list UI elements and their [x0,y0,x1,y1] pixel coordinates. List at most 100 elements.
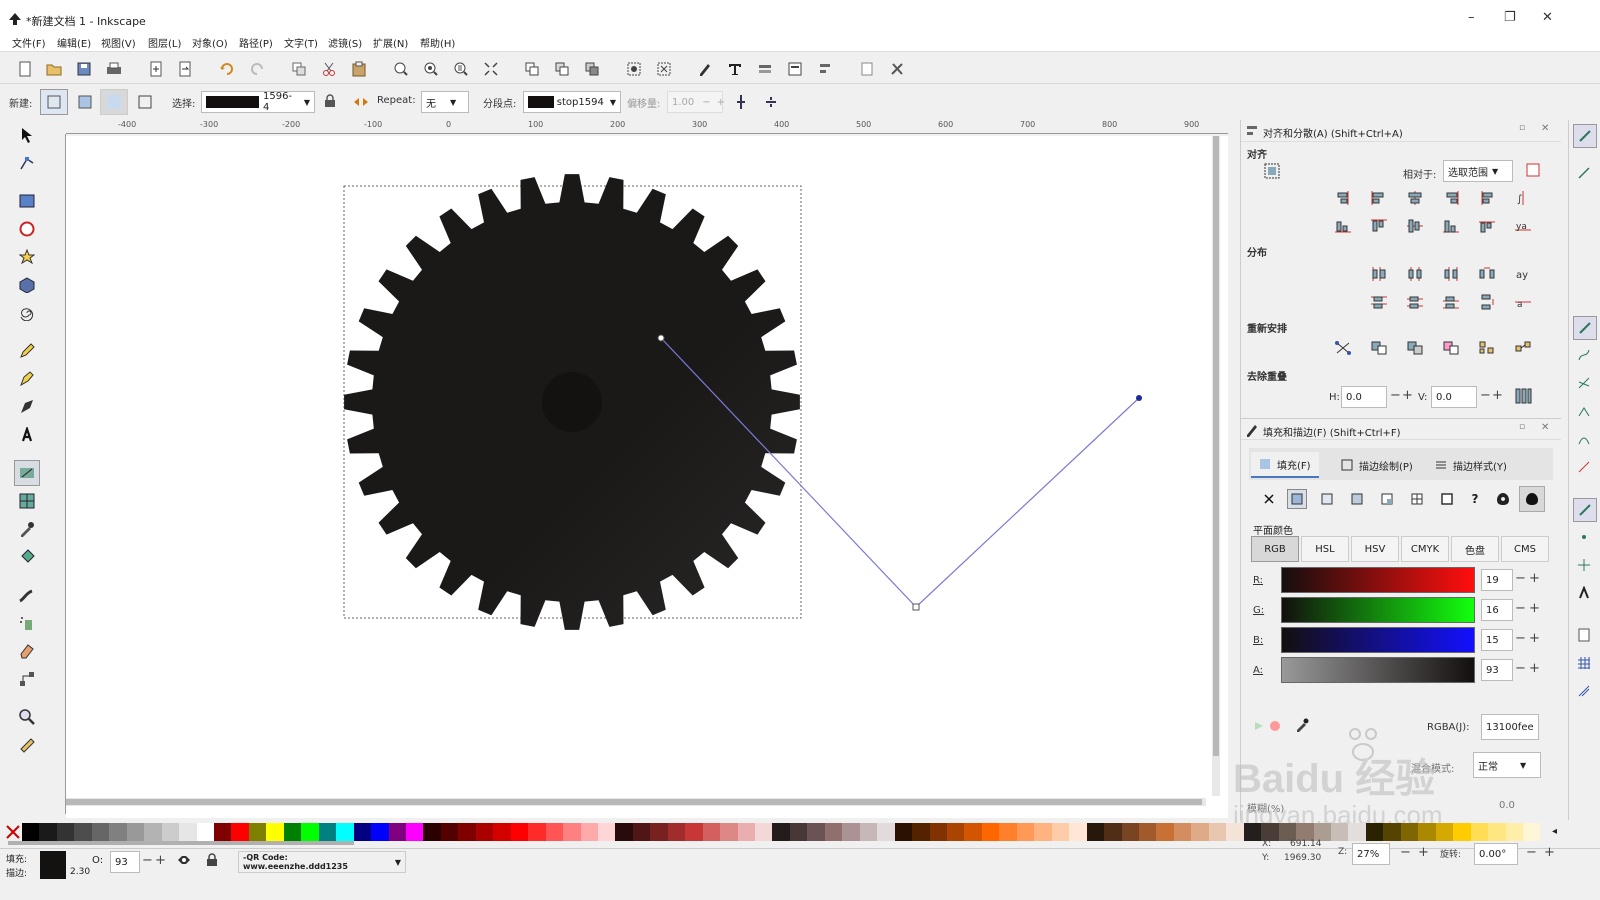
align-center-v-icon[interactable] [1405,216,1425,236]
rotate-input[interactable]: 0.00° [1474,843,1518,865]
opacity-input[interactable]: 93 [110,851,140,873]
insert-stop-icon[interactable] [733,94,749,110]
tab-wheel[interactable]: 色盘 [1451,536,1499,562]
gradient-start-handle[interactable] [657,334,665,342]
palette-swatch[interactable] [999,823,1017,841]
palette-swatch[interactable] [615,823,633,841]
cut-icon[interactable] [318,58,340,80]
xml-editor-icon[interactable] [694,58,716,80]
fill-rule-nonzero-icon[interactable] [1519,486,1545,512]
layers-icon[interactable] [754,58,776,80]
relative-select[interactable]: 选取范围 ▼ [1443,160,1513,182]
palette-swatch[interactable] [563,823,581,841]
distribute-baseline-h-icon[interactable]: ay [1513,264,1533,284]
maximize-button[interactable]: ❐ [1504,10,1516,25]
alpha-minus-button[interactable]: − [1515,661,1526,676]
palette-swatch[interactable] [126,823,145,841]
group-icon[interactable] [521,58,543,80]
reverse-gradient-icon[interactable] [353,96,369,108]
clone-icon[interactable] [581,58,603,80]
palette-swatch[interactable] [1383,823,1401,841]
green-input[interactable]: 16 [1481,599,1513,621]
calligraphy-tool-icon[interactable] [14,394,40,420]
tools-settings-icon[interactable] [886,58,908,80]
palette-swatch[interactable] [144,823,162,841]
align-right-edge-icon[interactable] [1333,188,1353,208]
palette-swatch[interactable] [475,823,494,841]
palette-swatch[interactable] [179,823,197,841]
palette-swatch[interactable] [1488,823,1506,841]
horizontal-scrollbar[interactable] [66,798,1206,806]
red-input[interactable]: 19 [1481,569,1513,591]
snap-toggle-icon[interactable] [1573,124,1597,148]
palette-swatch[interactable] [894,823,913,841]
ellipse-tool-icon[interactable] [14,216,40,242]
tab-fill[interactable]: 填充(F) [1251,452,1319,478]
spray-tool-icon[interactable] [14,610,40,636]
palette-swatch[interactable] [74,823,92,841]
palette-swatch[interactable] [318,823,337,841]
gradient-select[interactable]: 1596-4 ▼ [201,91,315,113]
palette-swatch[interactable] [1243,823,1262,841]
palette-swatch[interactable] [56,823,75,841]
eraser-tool-icon[interactable] [14,638,40,664]
palette-swatch[interactable] [248,823,267,841]
exchange-zorder-icon[interactable] [1405,338,1425,358]
palette-swatch[interactable] [22,823,40,841]
palette-swatch[interactable] [1505,823,1523,841]
linear-gradient-paint-icon[interactable] [1317,489,1337,509]
palette-swatch[interactable] [912,823,930,841]
delete-stop-icon[interactable] [763,94,779,110]
menu-help[interactable]: 帮助(H) [420,35,455,50]
new-document-icon[interactable] [14,58,36,80]
tweak-tool-icon[interactable] [14,582,40,608]
spiral-tool-icon[interactable] [14,300,40,326]
palette-swatch[interactable] [807,823,825,841]
align-option-icon[interactable] [1523,160,1543,180]
tab-stroke-style[interactable]: 描边样式(Y) [1427,452,1515,478]
menu-file[interactable]: 文件(F) [12,35,46,50]
blue-minus-button[interactable]: − [1515,631,1526,646]
palette-swatch[interactable] [266,823,284,841]
palette-swatch[interactable] [301,823,319,841]
alpha-slider[interactable] [1281,657,1475,683]
mesh-tool-icon[interactable] [14,488,40,514]
gradient-mid-handle[interactable] [912,603,920,611]
layer-select[interactable]: -QR Code: www.eeenzhe.ddd1235 ▼ [238,851,406,873]
palette-swatch[interactable] [981,823,1000,841]
flat-color-icon[interactable] [1287,489,1307,509]
node-tool-icon[interactable] [14,150,40,176]
rotate-plus-button[interactable]: + [1544,845,1555,860]
snap-midpoint-icon[interactable] [1577,460,1593,476]
palette-swatch[interactable] [842,823,860,841]
plus-icon[interactable]: + [717,97,725,108]
text-tool-icon[interactable] [14,422,40,448]
h-gap-plus-button[interactable]: + [1402,388,1413,403]
linear-gradient-button[interactable] [40,89,68,115]
snap-nodes-icon[interactable] [1573,316,1597,340]
menu-edit[interactable]: 编辑(E) [57,35,91,50]
no-color-icon[interactable] [6,825,20,839]
graph-layout-icon[interactable] [1333,338,1353,358]
unclump-icon[interactable] [1513,338,1533,358]
tab-hsv[interactable]: HSV [1351,536,1399,562]
palette-swatch[interactable] [196,823,214,841]
text-font-icon[interactable] [724,58,746,80]
distribute-baseline-v-icon[interactable]: a [1513,292,1533,312]
align-bottom-icon[interactable] [1441,216,1461,236]
palette-swatch[interactable] [789,823,808,841]
palette-swatch[interactable] [231,823,249,841]
opacity-plus-button[interactable]: + [155,853,166,868]
palette-swatch[interactable] [1226,823,1244,841]
tab-cms[interactable]: CMS [1501,536,1549,562]
align-left-edge-icon[interactable] [1477,188,1497,208]
randomize-icon[interactable] [1477,338,1497,358]
palette-swatch[interactable] [755,823,773,841]
palette-swatch[interactable] [213,823,232,841]
green-plus-button[interactable]: + [1529,601,1540,616]
palette-swatch[interactable] [632,823,651,841]
zoom-input[interactable]: 27% [1352,843,1390,865]
tab-rgb[interactable]: RGB [1251,536,1299,562]
palette-swatch[interactable] [405,823,424,841]
h-gap-minus-button[interactable]: − [1390,388,1401,403]
